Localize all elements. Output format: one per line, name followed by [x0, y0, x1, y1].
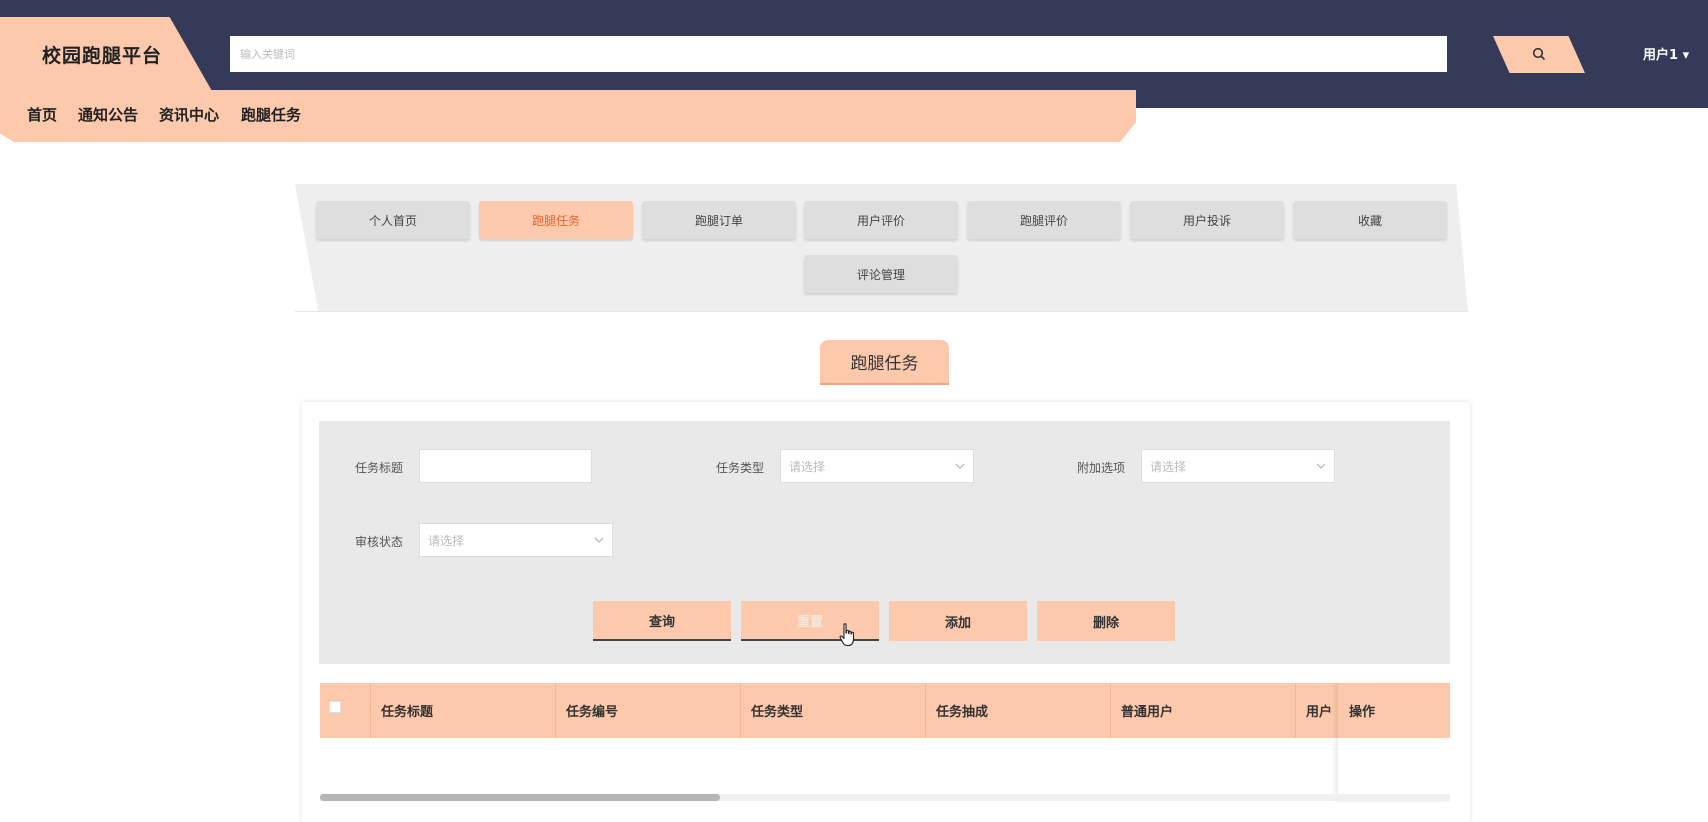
review-status-label: 审核状态 — [355, 535, 404, 549]
extra-options-label: 附加选项 — [1077, 461, 1126, 475]
query-button[interactable]: 查询 — [593, 601, 731, 641]
hand-cursor-icon — [839, 623, 855, 647]
delete-button[interactable]: 删除 — [1037, 601, 1175, 641]
column-separator — [555, 683, 556, 738]
chevron-down-icon — [955, 463, 965, 469]
nav-home[interactable]: 首页 — [27, 104, 57, 125]
task-title-input[interactable] — [419, 449, 592, 483]
tab-user-reviews[interactable]: 用户评价 — [804, 201, 958, 239]
search-input[interactable] — [230, 36, 1447, 72]
chevron-down-icon — [1316, 463, 1326, 469]
task-type-placeholder: 请选择 — [789, 459, 826, 474]
review-status-placeholder: 请选择 — [428, 533, 465, 548]
section-divider — [295, 311, 1468, 312]
chevron-down-icon — [594, 537, 604, 543]
site-logo[interactable]: 校园跑腿平台 — [42, 41, 162, 68]
table-header — [320, 683, 1450, 738]
tab-profile-home[interactable]: 个人首页 — [316, 201, 470, 239]
tab-user-complaints[interactable]: 用户投诉 — [1130, 201, 1284, 239]
column-header-task-type[interactable]: 任务类型 — [751, 701, 803, 720]
tab-errand-orders[interactable]: 跑腿订单 — [642, 201, 796, 239]
nav-notices[interactable]: 通知公告 — [78, 104, 138, 125]
column-separator — [1110, 683, 1111, 738]
column-header-task-number[interactable]: 任务编号 — [566, 701, 618, 720]
column-separator — [1295, 683, 1296, 738]
task-type-label: 任务类型 — [716, 461, 765, 475]
add-button[interactable]: 添加 — [889, 601, 1027, 641]
tab-errand-reviews[interactable]: 跑腿评价 — [967, 201, 1121, 239]
nav-errand-tasks[interactable]: 跑腿任务 — [241, 104, 301, 125]
fixed-actions-column — [1338, 683, 1450, 801]
search-icon — [1532, 47, 1546, 61]
select-all-checkbox[interactable] — [329, 701, 341, 713]
column-header-task-commission[interactable]: 任务抽成 — [936, 701, 988, 720]
column-separator — [740, 683, 741, 738]
extra-options-placeholder: 请选择 — [1150, 459, 1187, 474]
tab-favorites[interactable]: 收藏 — [1293, 201, 1447, 239]
tab-errand-tasks[interactable]: 跑腿任务 — [479, 201, 633, 239]
column-separator — [925, 683, 926, 738]
user-menu[interactable]: 用户1 ▾ — [1643, 44, 1689, 63]
task-title-label: 任务标题 — [355, 461, 404, 475]
extra-options-select[interactable]: 请选择 — [1141, 449, 1335, 483]
column-header-task-title[interactable]: 任务标题 — [381, 701, 433, 720]
tab-comment-management[interactable]: 评论管理 — [804, 255, 958, 293]
nav-news[interactable]: 资讯中心 — [159, 104, 219, 125]
page-title: 跑腿任务 — [820, 340, 949, 385]
column-header-user-truncated[interactable]: 用户 — [1306, 701, 1338, 720]
horizontal-scrollbar-thumb[interactable] — [320, 794, 720, 801]
task-type-select[interactable]: 请选择 — [780, 449, 974, 483]
reset-button[interactable]: 重置 — [741, 601, 879, 641]
column-header-regular-user[interactable]: 普通用户 — [1121, 701, 1173, 720]
review-status-select[interactable]: 请选择 — [419, 523, 613, 557]
column-separator — [370, 683, 371, 738]
